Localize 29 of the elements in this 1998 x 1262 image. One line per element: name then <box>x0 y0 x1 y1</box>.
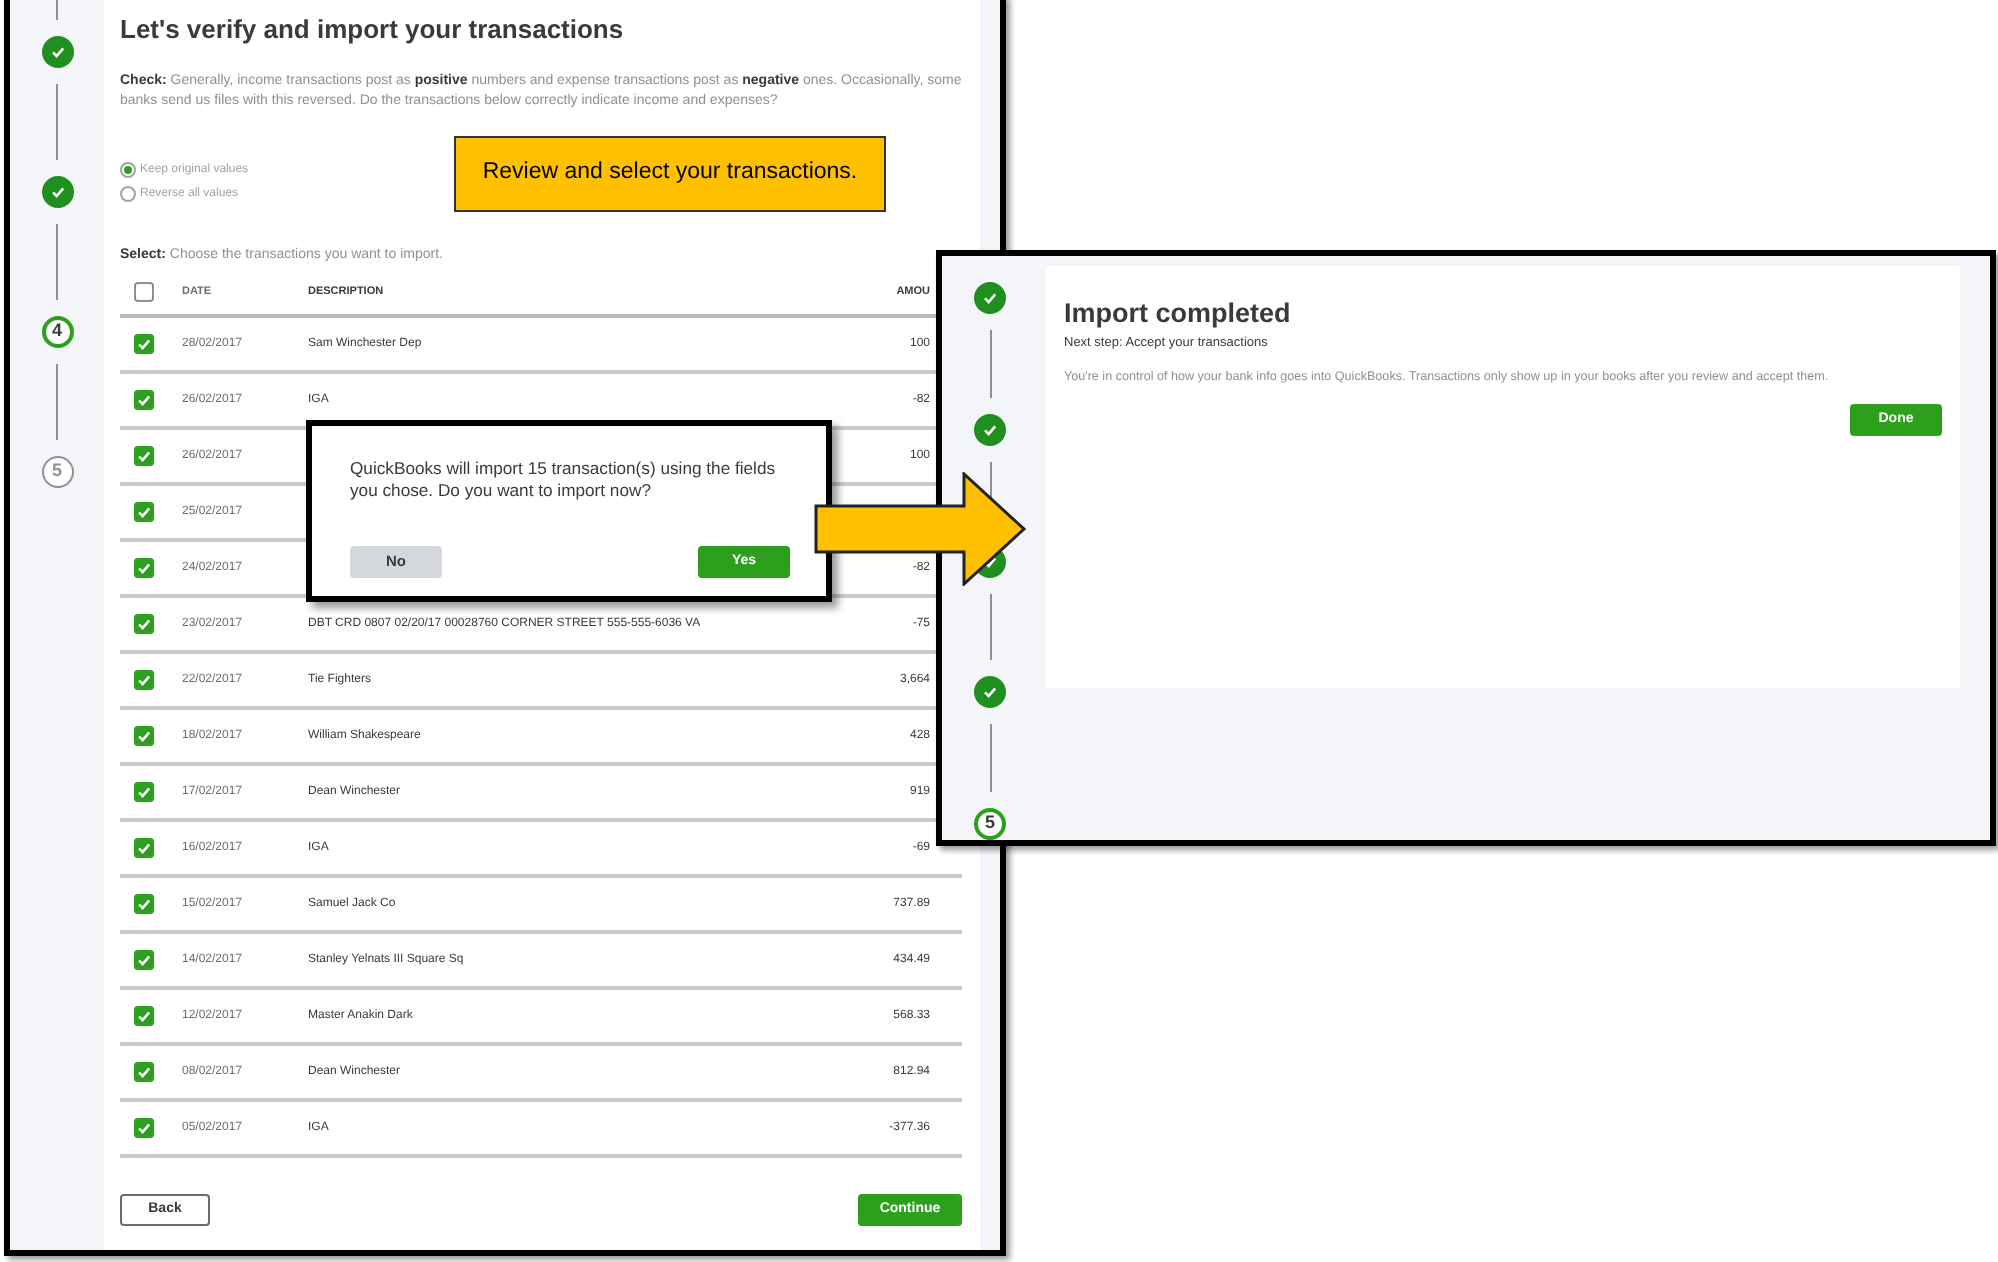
arrow-icon <box>814 472 1026 586</box>
check-circle-icon <box>974 413 1006 446</box>
checkbox[interactable] <box>134 614 154 634</box>
step-number: 5 <box>974 808 1006 840</box>
dialog-message: QuickBooks will import 15 transaction(s) using the fields you chose. Do you want to import now? <box>350 458 778 502</box>
page-title: Let's verify and import your transactions <box>120 12 626 48</box>
step-number: 4 <box>41 316 73 348</box>
checkbox[interactable] <box>134 446 154 466</box>
check-circle-icon <box>974 676 1006 709</box>
checkbox[interactable] <box>134 1118 154 1138</box>
check-circle-icon <box>41 176 73 208</box>
checkbox[interactable] <box>134 1062 154 1082</box>
checkbox[interactable] <box>134 1006 154 1026</box>
checkbox[interactable] <box>134 334 154 354</box>
checkbox[interactable] <box>134 670 154 690</box>
checkbox[interactable] <box>134 390 154 410</box>
checkbox[interactable] <box>134 894 154 914</box>
checkbox[interactable] <box>134 950 154 970</box>
page-title: Import completed <box>1064 296 1293 330</box>
check-circle-icon <box>974 282 1006 314</box>
check-circle-icon <box>41 36 73 68</box>
step-number: 5 <box>41 456 73 488</box>
checkbox[interactable] <box>134 782 154 802</box>
checkbox[interactable] <box>134 502 154 522</box>
callout-note: Review and select your transactions. <box>454 136 886 212</box>
checkbox[interactable] <box>134 726 154 746</box>
checkbox[interactable] <box>134 282 154 302</box>
checkbox[interactable] <box>134 558 154 578</box>
checkbox[interactable] <box>134 838 154 858</box>
